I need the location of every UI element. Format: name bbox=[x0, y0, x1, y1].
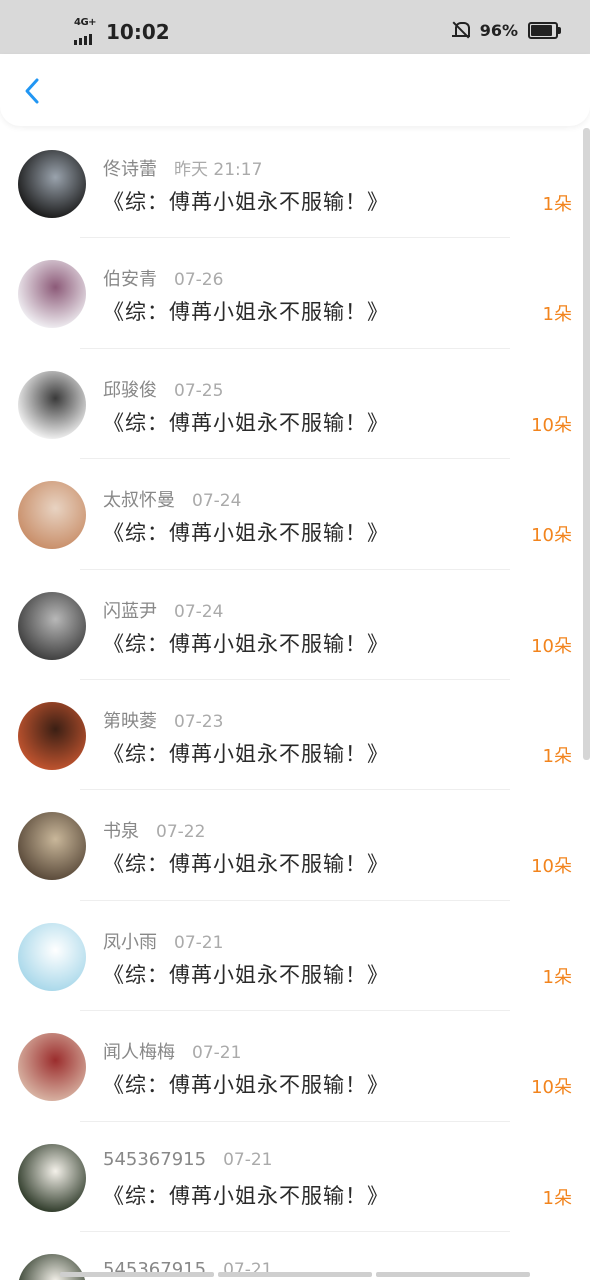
user-name[interactable]: 闻人梅梅 bbox=[103, 1038, 175, 1064]
flower-amount: 1朵 bbox=[542, 194, 572, 215]
record-date: 07-21 bbox=[192, 1043, 242, 1064]
battery-icon bbox=[528, 21, 561, 39]
meta-line: 邱骏俊 07-25 bbox=[103, 376, 224, 402]
flower-amount: 10朵 bbox=[531, 414, 572, 436]
gift-record-list[interactable]: 佟诗蕾 昨天 21:17 《综：傅苒小姐永不服输！》 1朵 伯安青 07-26 《综：傅苒小… bbox=[0, 128, 590, 1280]
book-title[interactable]: 《综：傅苒小姐永不服输！》 bbox=[103, 1069, 389, 1099]
record-date: 07-24 bbox=[192, 491, 242, 512]
meta-line: 太叔怀曼 07-24 bbox=[103, 486, 242, 512]
record-date: 07-22 bbox=[156, 822, 206, 843]
meta-line: 第映菱 07-23 bbox=[103, 707, 224, 733]
user-name[interactable]: 伯安青 bbox=[103, 265, 157, 291]
avatar[interactable] bbox=[18, 812, 86, 881]
user-name[interactable]: 第映菱 bbox=[103, 707, 157, 733]
avatar[interactable] bbox=[18, 591, 86, 660]
user-name[interactable]: 545367915 bbox=[103, 1149, 206, 1170]
list-item[interactable]: 闪蓝尹 07-24 《综：傅苒小姐永不服输！》 10朵 bbox=[0, 570, 590, 680]
bell-off-icon bbox=[451, 20, 470, 40]
chevron-left-icon bbox=[25, 78, 39, 104]
list-item[interactable]: 伯安青 07-26 《综：傅苒小姐永不服输！》 1朵 bbox=[0, 238, 590, 349]
flower-amount: 1朵 bbox=[542, 966, 572, 988]
meta-line: 闪蓝尹 07-24 bbox=[103, 597, 224, 623]
signal-icon: 4G+ bbox=[74, 17, 100, 45]
list-item[interactable]: 书泉 07-22 《综：傅苒小姐永不服输！》 10朵 bbox=[0, 790, 590, 901]
avatar[interactable] bbox=[18, 1143, 86, 1212]
avatar[interactable] bbox=[18, 701, 86, 770]
header-bar bbox=[0, 54, 590, 126]
book-title[interactable]: 《综：傅苒小姐永不服输！》 bbox=[103, 186, 389, 216]
list-item[interactable]: 太叔怀曼 07-24 《综：傅苒小姐永不服输！》 10朵 bbox=[0, 459, 590, 570]
flower-amount: 10朵 bbox=[531, 635, 572, 657]
avatar[interactable] bbox=[18, 922, 86, 991]
book-title[interactable]: 《综：傅苒小姐永不服输！》 bbox=[103, 296, 389, 326]
flower-amount: 10朵 bbox=[531, 1077, 572, 1099]
status-right: 96% bbox=[451, 20, 561, 40]
meta-line: 佟诗蕾 昨天 21:17 bbox=[103, 155, 263, 181]
meta-line: 书泉 07-22 bbox=[103, 817, 206, 843]
record-date: 07-21 bbox=[174, 932, 224, 953]
record-date: 07-21 bbox=[223, 1149, 273, 1170]
user-name[interactable]: 书泉 bbox=[103, 817, 139, 843]
book-title[interactable]: 《综：傅苒小姐永不服输！》 bbox=[103, 628, 389, 658]
record-date: 昨天 21:17 bbox=[174, 160, 263, 180]
user-name[interactable]: 凤小雨 bbox=[103, 928, 157, 954]
list-item[interactable]: 邱骏俊 07-25 《综：傅苒小姐永不服输！》 10朵 bbox=[0, 349, 590, 460]
home-indicator bbox=[60, 1272, 530, 1277]
list-item[interactable]: 第映菱 07-23 《综：傅苒小姐永不服输！》 1朵 bbox=[0, 680, 590, 791]
flower-amount: 1朵 bbox=[542, 745, 572, 767]
flower-amount: 1朵 bbox=[542, 304, 572, 326]
meta-line: 闻人梅梅 07-21 bbox=[103, 1038, 242, 1064]
book-title[interactable]: 《综：傅苒小姐永不服输！》 bbox=[103, 1180, 389, 1210]
user-name[interactable]: 闪蓝尹 bbox=[103, 597, 157, 623]
list-item[interactable]: 闻人梅梅 07-21 《综：傅苒小姐永不服输！》 10朵 bbox=[0, 1011, 590, 1122]
status-bar: 4G+ 10:02 96% bbox=[0, 0, 590, 54]
flower-amount: 10朵 bbox=[531, 856, 572, 878]
flower-amount: 1朵 bbox=[542, 1187, 572, 1209]
meta-line: 伯安青 07-26 bbox=[103, 265, 224, 291]
flower-amount: 10朵 bbox=[531, 525, 572, 547]
scrollbar[interactable] bbox=[583, 128, 590, 760]
user-name[interactable]: 邱骏俊 bbox=[103, 376, 157, 402]
list-item[interactable]: 佟诗蕾 昨天 21:17 《综：傅苒小姐永不服输！》 1朵 bbox=[0, 128, 590, 239]
meta-line: 545367915 07-21 bbox=[103, 1149, 272, 1173]
network-type: 4G+ bbox=[74, 17, 97, 28]
avatar[interactable] bbox=[18, 481, 86, 550]
book-title[interactable]: 《综：傅苒小姐永不服输！》 bbox=[103, 407, 389, 437]
avatar[interactable] bbox=[18, 260, 86, 329]
avatar[interactable] bbox=[18, 370, 86, 439]
status-left: 4G+ 10:02 bbox=[74, 17, 170, 46]
book-title[interactable]: 《综：傅苒小姐永不服输！》 bbox=[103, 959, 389, 989]
back-button[interactable] bbox=[18, 76, 48, 106]
avatar[interactable] bbox=[18, 1033, 86, 1102]
record-date: 07-26 bbox=[174, 270, 224, 291]
avatar[interactable] bbox=[18, 150, 86, 218]
record-date: 07-23 bbox=[174, 711, 224, 732]
record-date: 07-25 bbox=[174, 380, 224, 401]
user-name[interactable]: 太叔怀曼 bbox=[103, 486, 175, 512]
book-title[interactable]: 《综：傅苒小姐永不服输！》 bbox=[103, 738, 389, 768]
user-name[interactable]: 佟诗蕾 bbox=[103, 155, 157, 181]
status-time: 10:02 bbox=[106, 20, 170, 44]
book-title[interactable]: 《综：傅苒小姐永不服输！》 bbox=[103, 517, 389, 547]
list-item[interactable]: 545367915 07-21 《综：傅苒小姐永不服输！》 1朵 bbox=[0, 1122, 590, 1232]
battery-percent: 96% bbox=[479, 20, 518, 40]
book-title[interactable]: 《综：傅苒小姐永不服输！》 bbox=[103, 848, 389, 878]
list-item[interactable]: 凤小雨 07-21 《综：傅苒小姐永不服输！》 1朵 bbox=[0, 901, 590, 1012]
record-date: 07-24 bbox=[174, 601, 224, 622]
meta-line: 凤小雨 07-21 bbox=[103, 928, 224, 954]
